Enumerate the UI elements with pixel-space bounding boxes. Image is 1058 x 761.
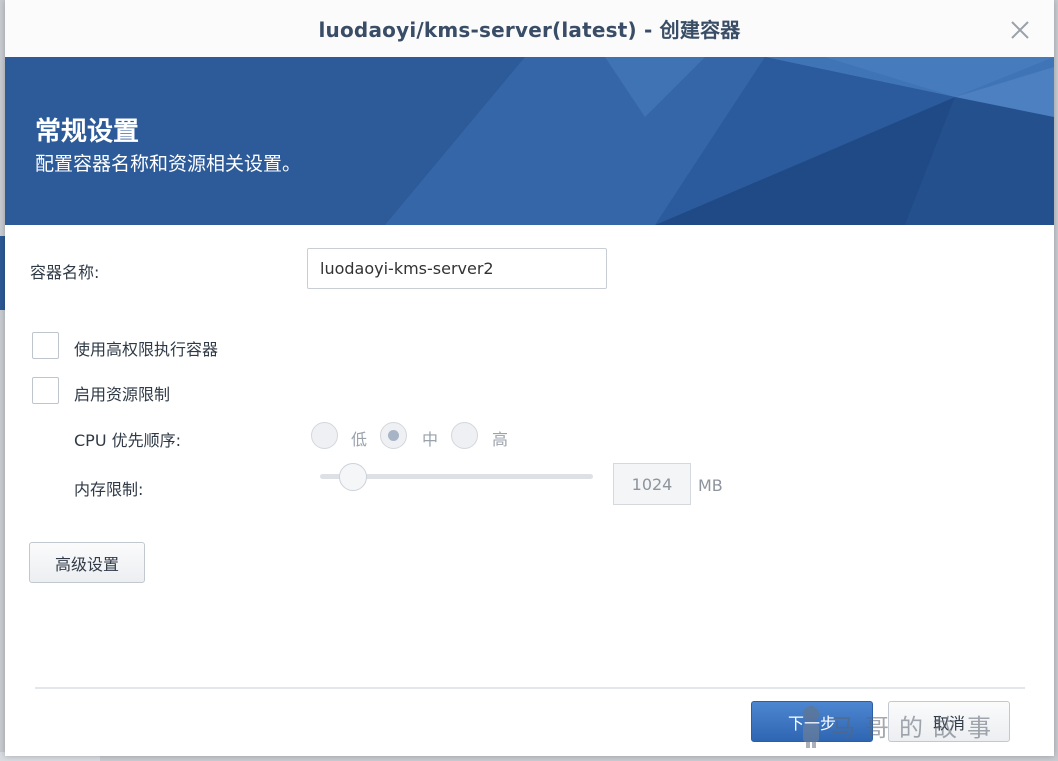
banner-background-graphic	[5, 57, 1054, 225]
resource-limit-label: 启用资源限制	[74, 385, 171, 404]
container-name-label: 容器名称:	[30, 263, 100, 282]
section-banner: 常规设置 配置容器名称和资源相关设置。	[5, 57, 1054, 225]
privileged-checkbox[interactable]	[32, 332, 59, 359]
resource-limit-checkbox[interactable]	[32, 377, 59, 404]
dialog-title: luodaoyi/kms-server(latest) - 创建容器	[318, 18, 741, 42]
banner-subtitle: 配置容器名称和资源相关设置。	[35, 153, 302, 175]
next-button[interactable]: 下一步	[751, 701, 873, 742]
cpu-priority-high-radio[interactable]	[451, 422, 478, 449]
container-name-input[interactable]	[307, 248, 607, 289]
cpu-priority-medium-radio[interactable]	[380, 422, 407, 449]
cpu-priority-low-label: 低	[351, 430, 368, 449]
footer-divider	[35, 687, 1025, 689]
memory-slider-handle[interactable]	[338, 463, 367, 491]
cpu-priority-label: CPU 优先顺序:	[74, 431, 182, 450]
cpu-priority-low-radio[interactable]	[311, 422, 338, 449]
memory-unit-label: MB	[698, 476, 723, 495]
cancel-button[interactable]: 取消	[888, 701, 1010, 742]
close-button[interactable]	[1008, 18, 1032, 42]
cpu-priority-medium-label: 中	[422, 430, 439, 449]
memory-limit-label: 内存限制:	[74, 480, 144, 499]
dialog-titlebar: luodaoyi/kms-server(latest) - 创建容器	[5, 0, 1054, 57]
create-container-dialog: luodaoyi/kms-server(latest) - 创建容器 常规设置 …	[5, 0, 1054, 756]
memory-value-field[interactable]: 1024	[613, 463, 691, 505]
advanced-settings-button[interactable]: 高级设置	[29, 542, 145, 583]
close-icon	[1011, 21, 1029, 39]
cpu-priority-high-label: 高	[492, 430, 509, 449]
privileged-label: 使用高权限执行容器	[74, 340, 219, 359]
banner-title: 常规设置	[35, 117, 140, 147]
